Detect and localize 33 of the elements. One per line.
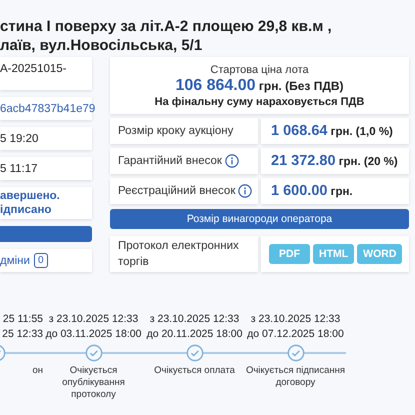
id-link[interactable]: 6acb47837b41e79 — [0, 102, 96, 116]
step-dates: з 23.10.2025 12:33 до 07.12.2025 18:00 — [247, 312, 344, 342]
row-label: Реєстраційний внесок — [118, 185, 236, 197]
info-icon[interactable] — [224, 154, 239, 168]
operator-fee-button[interactable]: Розмір винагороди оператора — [110, 209, 409, 229]
step-dates: з 23.10.2025 12:33 до 03.11.2025 18:00 — [46, 312, 142, 342]
count-badge: 0 — [34, 253, 48, 268]
row-value: 1 600.00 грн. — [271, 183, 353, 199]
action-button[interactable] — [0, 226, 92, 242]
changes-link[interactable]: дміни — [0, 254, 30, 268]
step-dates: 25 11:55 25 12:33 — [2, 312, 43, 342]
check-icon — [186, 344, 204, 362]
card-text: A-20251015- — [0, 62, 66, 76]
row-label: Гарантійний внесок — [118, 155, 222, 167]
row-value: 1 068.64 грн. (1,0 %) — [271, 123, 393, 139]
row-value: 21 372.80 грн. (20 %) — [271, 153, 398, 169]
card-text: 5 19:20 — [0, 132, 38, 146]
step-label: Очікується підписання договору — [246, 365, 346, 389]
check-icon — [84, 344, 102, 362]
lot-title: стина I поверху за літ.А-2 площею 29,8 кв.м , лаїв, вул.Новосільська, 5/1 — [0, 17, 332, 55]
price-label: Стартова ціна лота — [210, 63, 309, 77]
card-text: 5 11:17 — [0, 162, 38, 176]
step-label: Очікується опублікування протоколу — [61, 365, 126, 401]
vat-note: На фінальну суму нараховується ПДВ — [154, 95, 364, 109]
step-label: Очікується оплата — [153, 365, 236, 377]
step-label: он — [32, 365, 43, 377]
row-label: Протокол електронних торгів — [118, 239, 240, 270]
step-dates: з 23.10.2025 12:33 до 20.11.2025 18:00 — [146, 312, 242, 342]
row-label: Розмір кроку аукціону — [118, 125, 234, 137]
info-icon[interactable] — [238, 184, 252, 198]
status-text: авершено. ідписано — [0, 188, 60, 217]
check-icon — [286, 344, 304, 362]
start-price: 106 864.00 грн. (Без ПДВ) — [175, 77, 344, 95]
